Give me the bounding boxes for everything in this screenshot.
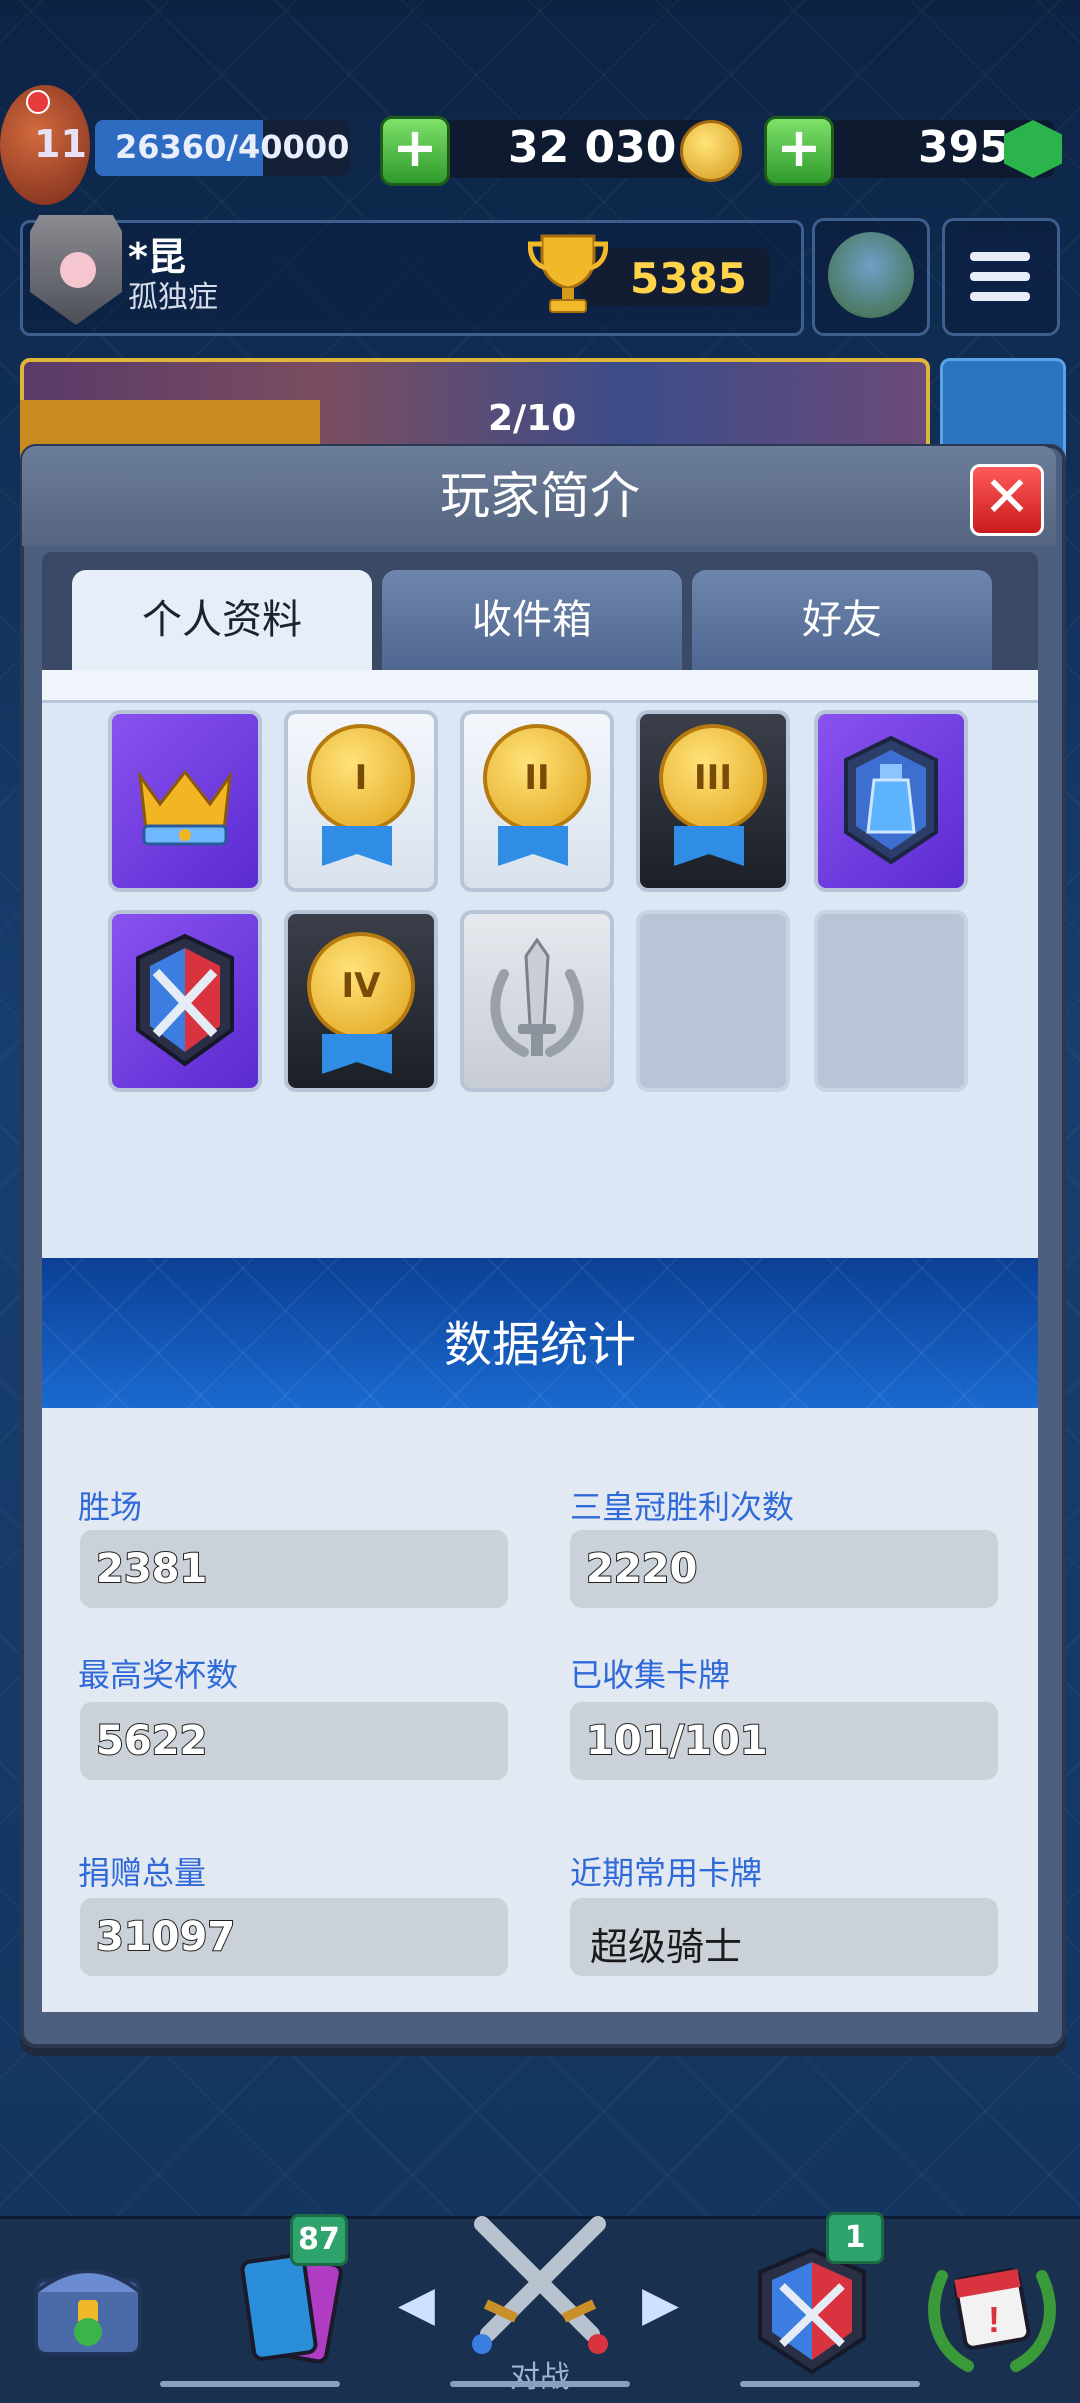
stat-label-wins: 胜场: [78, 1488, 143, 1526]
stat-label-three-crown-wins: 三皇冠胜利次数: [570, 1488, 795, 1526]
ribbon-icon: [322, 1034, 392, 1074]
close-button[interactable]: ✕: [970, 464, 1044, 536]
cards-count-badge: 87: [290, 2214, 348, 2266]
ribbon-icon: [498, 826, 568, 866]
tab-friends[interactable]: 好友: [692, 570, 992, 670]
badge-tile[interactable]: [460, 910, 614, 1092]
menu-icon-line: [970, 292, 1030, 301]
home-indicator-center: [450, 2381, 630, 2387]
banner-progress: 2/10: [488, 398, 577, 439]
stat-value-wins: 2381: [95, 1545, 208, 1593]
nav-events[interactable]: !: [904, 2220, 1080, 2396]
stat-box-cards-collected: 101/101: [570, 1702, 998, 1780]
stat-value-highest-trophies: 5622: [95, 1717, 208, 1765]
menu-icon: [970, 252, 1030, 261]
home-indicator-left: [160, 2381, 340, 2387]
stat-box-three-crown-wins: 2220: [570, 1530, 998, 1608]
trophy-icon: [528, 234, 608, 313]
medal-icon: II: [483, 724, 591, 832]
medal-icon: III: [659, 724, 767, 832]
content-divider: [42, 670, 1038, 703]
badge-tile[interactable]: [108, 710, 262, 892]
elixir-badge-icon: [844, 735, 938, 865]
empty-badge-slot: [636, 910, 790, 1092]
notification-dot: [26, 90, 50, 114]
gold-coin-icon: [680, 120, 742, 182]
crown-badge-icon: [137, 769, 233, 846]
stat-box-favorite-card: 超级骑士: [570, 1898, 998, 1976]
calendar-laurel-icon: !: [928, 2268, 1056, 2372]
stat-label-total-donations: 捐赠总量: [78, 1854, 207, 1892]
ribbon-icon: [322, 826, 392, 866]
badge-tile[interactable]: IV: [284, 910, 438, 1092]
crossed-swords-shield-icon: [136, 933, 234, 1067]
globe-crown-icon: [828, 232, 914, 318]
stat-label-highest-trophies: 最高奖杯数: [78, 1656, 239, 1694]
gems-amount: 395: [918, 122, 1010, 173]
medal-icon: I: [307, 724, 415, 832]
stat-box-highest-trophies: 5622: [80, 1702, 508, 1780]
svg-text:!: !: [988, 2299, 1000, 2340]
stat-label-cards-collected: 已收集卡牌: [570, 1656, 731, 1694]
badge-tile[interactable]: [108, 910, 262, 1092]
gold-amount: 32 030: [508, 122, 677, 173]
clan-name: 孤独症: [128, 280, 218, 315]
stat-box-total-donations: 31097: [80, 1898, 508, 1976]
tab-inbox[interactable]: 收件箱: [382, 570, 682, 670]
stat-value-favorite-card: 超级骑士: [590, 1925, 743, 1969]
clan-notification-badge: 1: [826, 2212, 884, 2264]
add-gems-button[interactable]: +: [764, 116, 834, 186]
empty-badge-slot: [814, 910, 968, 1092]
nav-left-arrow-icon[interactable]: ◀: [398, 2276, 435, 2332]
badge-tile[interactable]: I: [284, 710, 438, 892]
stat-value-three-crown-wins: 2220: [585, 1545, 698, 1593]
nav-right-arrow-icon[interactable]: ▶: [642, 2276, 679, 2332]
tab-profile[interactable]: 个人资料: [72, 570, 372, 670]
badge-tile[interactable]: III: [636, 710, 790, 892]
stat-label-favorite-card: 近期常用卡牌: [570, 1854, 763, 1892]
king-level: 11: [34, 122, 87, 166]
crossed-swords-icon: [472, 2216, 608, 2354]
stat-value-total-donations: 31097: [95, 1913, 236, 1961]
ribbon-icon: [674, 826, 744, 866]
clan-flower-icon: [60, 252, 96, 288]
xp-text: 26360/40000: [115, 128, 350, 166]
dialog-title: 玩家简介: [440, 467, 640, 525]
nav-battle[interactable]: [452, 2200, 628, 2376]
add-gold-button[interactable]: +: [380, 116, 450, 186]
badge-tile[interactable]: [814, 710, 968, 892]
stats-title: 数据统计: [443, 1317, 636, 1373]
menu-icon-line: [970, 272, 1030, 281]
stat-box-wins: 2381: [80, 1530, 508, 1608]
stat-value-cards-collected: 101/101: [585, 1717, 769, 1765]
home-indicator-right: [740, 2381, 920, 2387]
medal-icon: IV: [307, 932, 415, 1040]
sword-laurel-icon: [490, 937, 584, 1057]
xp-bar: 26360/40000: [95, 120, 350, 176]
trophy-count: 5385: [630, 254, 747, 303]
badge-tile[interactable]: II: [460, 710, 614, 892]
